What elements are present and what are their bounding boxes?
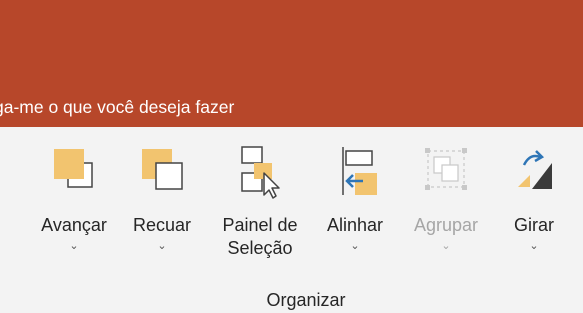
rotate-button[interactable]: Girar ⌄ — [494, 137, 574, 287]
group-button[interactable]: Agrupar ⌄ — [400, 137, 492, 287]
rotate-label: Girar — [514, 215, 554, 235]
send-backward-button[interactable]: Recuar ⌄ — [118, 137, 206, 287]
tell-me-text: ga-me o que você deseja fazer — [0, 97, 235, 117]
rotate-icon — [508, 137, 560, 199]
group-icon — [420, 137, 472, 199]
selection-pane-icon — [234, 137, 286, 199]
bring-forward-button[interactable]: Avançar ⌄ — [30, 137, 118, 287]
align-icon — [329, 137, 381, 199]
group-name-label: Organizar — [266, 290, 346, 310]
selection-pane-label-line1: Painel de — [222, 215, 298, 235]
align-label: Alinhar — [326, 215, 384, 235]
chevron-down-icon[interactable]: ⌄ — [350, 240, 359, 252]
bring-forward-icon — [48, 137, 100, 199]
send-backward-label: Recuar — [132, 215, 192, 235]
chevron-down-icon[interactable]: ⌄ — [69, 240, 78, 252]
title-bar: ga-me o que você deseja fazer — [0, 0, 583, 127]
chevron-down-icon[interactable]: ⌄ — [157, 240, 166, 252]
tell-me-search[interactable]: ga-me o que você deseja fazer — [0, 96, 234, 120]
selection-pane-button[interactable]: Painel de Seleção — [206, 137, 314, 287]
send-backward-icon — [136, 137, 188, 199]
chevron-down-icon[interactable]: ⌄ — [441, 240, 450, 252]
selection-pane-label-line2: Seleção — [227, 238, 293, 258]
bring-forward-label: Avançar — [41, 215, 107, 235]
group-label: Agrupar — [413, 215, 479, 235]
align-button[interactable]: Alinhar ⌄ — [312, 137, 398, 287]
chevron-down-icon[interactable]: ⌄ — [529, 240, 538, 252]
